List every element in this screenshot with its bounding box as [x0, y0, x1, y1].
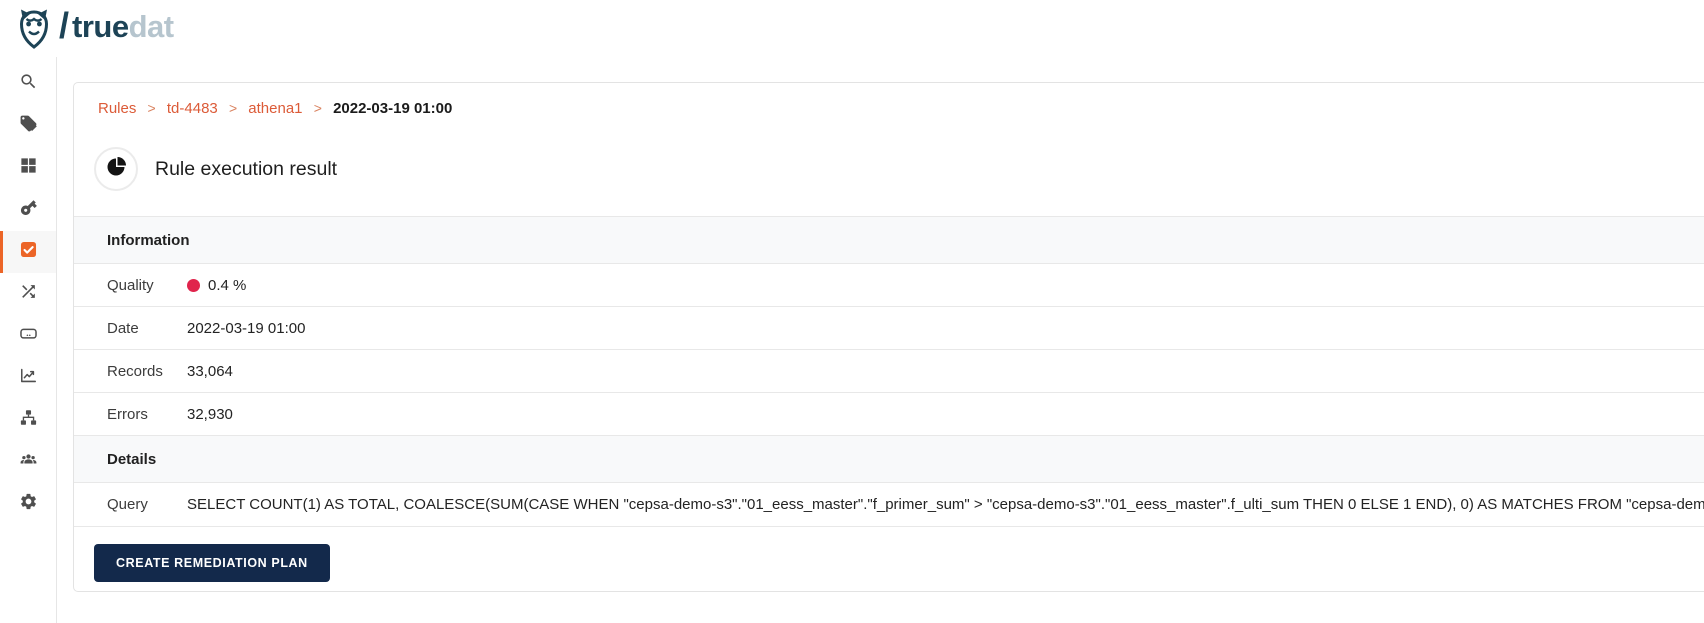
storage-drive-icon — [19, 324, 38, 348]
section-header-information: Information — [74, 216, 1704, 263]
owl-icon — [14, 6, 54, 52]
brand-name-true: true — [72, 8, 129, 44]
section-header-label: Information — [107, 231, 190, 249]
info-table: Information Quality 0.4 % Date 2022-03-1… — [74, 216, 1704, 527]
breadcrumb-link-rules[interactable]: Rules — [98, 100, 136, 117]
check-square-icon — [19, 240, 38, 264]
tags-icon — [19, 114, 38, 138]
pie-chart-icon — [104, 155, 128, 184]
table-row-quality: Quality 0.4 % — [74, 263, 1704, 306]
row-value: 0.4 % — [187, 277, 1704, 294]
table-row-errors: Errors 32,930 — [74, 392, 1704, 435]
sidebar-item-key[interactable] — [0, 189, 56, 231]
breadcrumb-current: 2022-03-19 01:00 — [333, 100, 453, 117]
row-label: Query — [107, 496, 148, 513]
quality-value: 0.4 % — [208, 276, 247, 294]
key-icon — [19, 198, 38, 222]
table-row-date: Date 2022-03-19 01:00 — [74, 306, 1704, 349]
brand-logo[interactable]: / truedat — [14, 4, 174, 52]
sidebar-item-shuffle[interactable] — [0, 273, 56, 315]
row-label: Errors — [107, 405, 148, 423]
page-title: Rule execution result — [155, 157, 338, 180]
row-label: Quality — [107, 276, 154, 294]
sidebar-item-tags[interactable] — [0, 105, 56, 147]
breadcrumb-separator: > — [147, 100, 156, 116]
sidebar — [0, 57, 57, 623]
sidebar-item-users[interactable] — [0, 441, 56, 483]
dashboard-icon — [19, 156, 38, 180]
sidebar-item-settings[interactable] — [0, 483, 56, 525]
chart-line-icon — [19, 366, 38, 390]
sidebar-item-rules[interactable] — [0, 231, 56, 273]
row-value: 33,064 — [187, 362, 233, 380]
table-row-query: Query SELECT COUNT(1) AS TOTAL, COALESCE… — [74, 482, 1704, 527]
breadcrumb-separator: > — [313, 100, 322, 116]
brand-name: truedat — [72, 9, 174, 45]
sidebar-item-storage[interactable] — [0, 315, 56, 357]
hierarchy-icon — [19, 408, 38, 432]
create-remediation-plan-button[interactable]: CREATE REMEDIATION PLAN — [94, 544, 330, 582]
app-header: / truedat — [0, 0, 1704, 57]
page-title-row: Rule execution result — [94, 147, 1704, 191]
sidebar-item-hierarchy[interactable] — [0, 399, 56, 441]
users-icon — [19, 450, 38, 474]
section-header-details: Details — [74, 435, 1704, 482]
query-sql-text: SELECT COUNT(1) AS TOTAL, COALESCE(SUM(C… — [187, 496, 1704, 513]
brand-name-dat: dat — [128, 8, 175, 44]
sidebar-item-dashboard[interactable] — [0, 147, 56, 189]
brand-slash: / — [59, 4, 70, 46]
quality-indicator-dot — [187, 278, 200, 292]
page-title-badge — [94, 147, 138, 191]
section-header-label: Details — [107, 450, 157, 468]
sidebar-item-search[interactable] — [0, 63, 56, 105]
breadcrumb-link-rule-id[interactable]: td-4483 — [167, 100, 218, 117]
row-label: Date — [107, 319, 139, 337]
breadcrumb-separator: > — [228, 100, 238, 116]
row-label: Records — [107, 362, 163, 380]
gear-icon — [19, 492, 38, 516]
breadcrumb-link-implementation[interactable]: athena1 — [248, 100, 302, 117]
table-row-records: Records 33,064 — [74, 349, 1704, 392]
row-value: 2022-03-19 01:00 — [187, 319, 306, 337]
main-card: Rules > td-4483 > athena1 > 2022-03-19 0… — [73, 82, 1704, 592]
breadcrumb: Rules > td-4483 > athena1 > 2022-03-19 0… — [74, 83, 1704, 121]
row-value: 32,930 — [187, 405, 233, 423]
sidebar-item-charts[interactable] — [0, 357, 56, 399]
search-icon — [19, 72, 38, 96]
shuffle-icon — [19, 282, 38, 306]
